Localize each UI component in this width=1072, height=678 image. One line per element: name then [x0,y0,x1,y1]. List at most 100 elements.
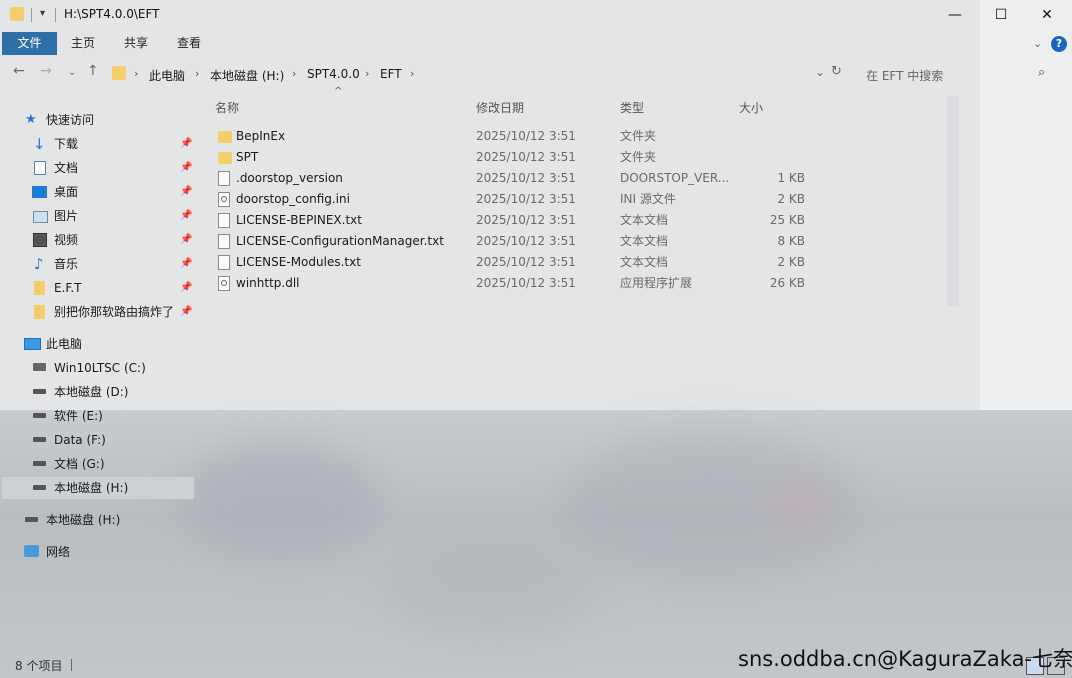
sidebar-network[interactable]: 网络 [22,541,194,563]
quick-access-toolbar-dropdown[interactable]: ▾ [40,8,45,19]
picture-icon [33,211,48,223]
sidebar-item-pictures[interactable]: 图片 📌 [30,205,194,227]
drive-icon [33,485,46,490]
refresh-icon[interactable]: ↻ [831,64,842,79]
file-date: 2025/10/12 3:51 [476,171,576,185]
file-name: doorstop_config.ini [236,192,350,206]
column-header-size[interactable]: 大小 [739,99,763,116]
column-header-name[interactable]: 名称 [215,99,239,116]
breadcrumb-spt[interactable]: SPT4.0.0 [307,67,360,81]
chevron-right-icon[interactable]: › [134,67,138,80]
file-row[interactable]: LICENSE-BEPINEX.txt 2025/10/12 3:51 文本文档… [210,210,950,231]
tab-view[interactable]: 查看 [166,32,212,55]
sidebar-quick-access[interactable]: ★ 快速访问 [22,109,194,131]
sidebar-drive-e[interactable]: 软件 (E:) [30,405,194,427]
system-drive-icon [33,363,46,371]
sidebar-item-downloads[interactable]: ↓ 下载 📌 [30,133,194,155]
file-type: 文件夹 [620,150,657,164]
sidebar-item-router-folder[interactable]: 别把你那软路由搞炸了 📌 [30,301,194,323]
file-size: 1 KB [777,171,805,185]
sidebar-this-pc[interactable]: 此电脑 [22,333,194,355]
sidebar-item-music[interactable]: ♪ 音乐 📌 [30,253,194,275]
title-separator [31,8,32,22]
column-header-type[interactable]: 类型 [620,99,644,116]
settings-file-icon [218,192,230,207]
file-name: SPT [236,150,259,164]
status-separator [71,659,72,671]
sidebar-drive-f[interactable]: Data (F:) [30,429,194,451]
sidebar-item-videos[interactable]: 视频 📌 [30,229,194,251]
breadcrumb-eft[interactable]: EFT [380,67,402,81]
column-header-date[interactable]: 修改日期 [476,99,524,116]
pin-icon: 📌 [180,186,193,197]
back-icon[interactable]: ← [13,63,25,79]
help-icon[interactable]: ? [1051,36,1067,52]
chevron-right-icon[interactable]: › [410,67,414,80]
file-row[interactable]: winhttp.dll 2025/10/12 3:51 应用程序扩展 26 KB [210,273,950,294]
file-row[interactable]: .doorstop_version 2025/10/12 3:51 DOORST… [210,168,950,189]
file-type: 文本文档 [620,255,669,269]
sidebar-drive-d[interactable]: 本地磁盘 (D:) [30,381,194,403]
close-button[interactable]: ✕ [1024,0,1070,30]
file-type: DOORSTOP_VER... [620,171,730,185]
chevron-right-icon[interactable]: › [292,67,296,80]
watermark-text: sns.oddba.cn@KaguraZaka-七奈 [738,647,1072,671]
file-size: 2 KB [777,192,805,206]
file-date: 2025/10/12 3:51 [476,276,576,290]
file-date: 2025/10/12 3:51 [476,150,576,164]
file-size: 8 KB [777,234,805,248]
item-count: 8 个项目 [15,659,63,673]
breadcrumb-drive-h[interactable]: 本地磁盘 (H:) [210,67,284,84]
chevron-right-icon[interactable]: › [365,67,369,80]
tab-share[interactable]: 共享 [113,32,159,55]
search-icon[interactable]: ⌕ [1038,65,1045,80]
breadcrumb-this-pc[interactable]: 此电脑 [149,67,185,84]
minimize-button[interactable]: — [932,0,978,30]
computer-icon [24,338,41,350]
text-file-icon [218,213,230,228]
file-icon [218,171,230,186]
sidebar-item-documents[interactable]: 文档 📌 [30,157,194,179]
pin-icon: 📌 [180,282,193,293]
tab-file[interactable]: 文件 [2,32,57,55]
address-dropdown-icon[interactable]: ⌄ [815,65,825,79]
file-row[interactable]: LICENSE-ConfigurationManager.txt 2025/10… [210,231,950,252]
file-name: BepInEx [236,129,286,143]
file-name: .doorstop_version [236,171,343,185]
sidebar-drive-c[interactable]: Win10LTSC (C:) [30,357,194,379]
maximize-button[interactable]: ☐ [978,0,1024,30]
folder-icon [218,131,232,143]
sidebar-extra-drive-h[interactable]: 本地磁盘 (H:) [22,509,194,531]
search-input[interactable]: 在 EFT 中搜索 [866,67,943,84]
forward-icon[interactable]: → [40,63,52,79]
pin-icon: 📌 [180,306,193,317]
file-row[interactable]: BepInEx 2025/10/12 3:51 文件夹 [210,126,950,147]
network-icon [24,545,39,557]
file-size: 2 KB [777,255,805,269]
recent-locations-icon[interactable]: ⌄ [68,67,76,78]
file-name: LICENSE-ConfigurationManager.txt [236,234,444,248]
document-icon [34,161,46,175]
ribbon-expand-icon[interactable]: ⌄ [1033,37,1042,50]
sidebar-drive-h[interactable]: 本地磁盘 (H:) [2,477,194,499]
vertical-scrollbar[interactable] [947,96,959,306]
file-row[interactable]: LICENSE-Modules.txt 2025/10/12 3:51 文本文档… [210,252,950,273]
sidebar-drive-g[interactable]: 文档 (G:) [30,453,194,475]
file-row[interactable]: SPT 2025/10/12 3:51 文件夹 [210,147,950,168]
file-row[interactable]: doorstop_config.ini 2025/10/12 3:51 INI … [210,189,950,210]
file-date: 2025/10/12 3:51 [476,255,576,269]
folder-icon [34,305,45,319]
up-icon[interactable]: ↑ [87,63,99,79]
sidebar-item-eft[interactable]: E.F.T 📌 [30,277,194,299]
explorer-window: ▾ H:\SPT4.0.0\EFT — ☐ ✕ 文件 主页 共享 查看 ⌄ ? … [0,0,1067,678]
file-date: 2025/10/12 3:51 [476,129,576,143]
title-separator [55,8,56,22]
file-name: LICENSE-BEPINEX.txt [236,213,362,227]
chevron-right-icon[interactable]: › [195,67,199,80]
sidebar-item-desktop[interactable]: 桌面 📌 [30,181,194,203]
file-name: winhttp.dll [236,276,300,290]
file-size: 25 KB [769,213,805,227]
pin-icon: 📌 [180,162,193,173]
desktop-icon [32,186,47,198]
tab-home[interactable]: 主页 [60,32,106,55]
